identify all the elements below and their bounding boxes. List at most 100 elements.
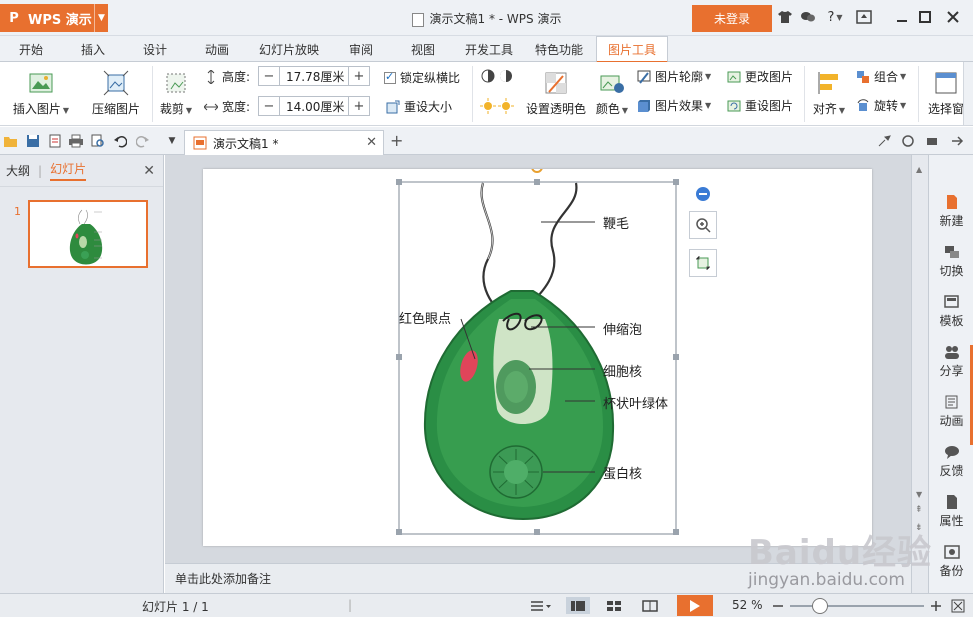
ribbon-scroll-right[interactable] <box>963 62 973 125</box>
tool-icon[interactable] <box>876 133 892 149</box>
tab-review[interactable]: 审阅 <box>338 36 384 62</box>
panel-feedback[interactable]: 反馈 <box>929 445 973 479</box>
tab-special-features[interactable]: 特色功能 <box>528 36 590 62</box>
skin-icon[interactable] <box>776 8 794 26</box>
zoom-slider-thumb[interactable] <box>812 598 828 614</box>
insert-picture-button[interactable]: 插入图片 ▼ <box>6 70 76 117</box>
cloud-icon[interactable] <box>924 133 940 149</box>
panel-share[interactable]: 分享 <box>929 345 973 379</box>
recolor-icon <box>600 75 624 93</box>
notes-toggle-icon[interactable] <box>528 597 554 614</box>
compress-picture-button[interactable]: 压缩图片 <box>88 70 144 117</box>
reading-view-icon[interactable] <box>640 597 660 614</box>
height-input[interactable]: 17.78厘米 <box>279 67 349 85</box>
rotate-icon <box>857 98 869 111</box>
height-decrement-button[interactable]: − <box>259 67 279 85</box>
group-button[interactable]: 组合 ▼ <box>856 68 906 85</box>
customize-toolbar-dropdown-icon[interactable]: ▼ <box>164 133 180 149</box>
change-picture-button[interactable]: 更改图片 <box>727 68 793 85</box>
document-tab[interactable]: 演示文稿1 * ✕ <box>184 130 384 155</box>
panel-new[interactable]: 新建 <box>929 195 973 229</box>
tab-slides[interactable]: 幻灯片 <box>50 160 87 181</box>
zoom-out-icon[interactable] <box>768 597 788 614</box>
zoom-picture-icon[interactable] <box>689 211 717 239</box>
slide-thumbnail-number: 1 <box>14 205 21 218</box>
save-icon[interactable] <box>25 133 41 149</box>
close-document-tab-icon[interactable]: ✕ <box>366 135 377 150</box>
crop-picture-icon[interactable] <box>689 249 717 277</box>
color-button[interactable]: 颜色 ▼ <box>594 70 630 117</box>
fit-to-window-icon[interactable] <box>948 597 968 614</box>
print-icon[interactable] <box>68 133 84 149</box>
open-icon[interactable] <box>3 133 19 149</box>
tab-slideshow[interactable]: 幻灯片放映 <box>250 36 328 62</box>
status-divider: | <box>348 598 353 612</box>
sync-icon[interactable] <box>900 133 916 149</box>
lock-aspect-ratio-checkbox[interactable]: 锁定纵横比 <box>384 69 460 86</box>
close-panel-icon[interactable]: ✕ <box>143 163 155 179</box>
brightness-group[interactable] <box>480 98 514 114</box>
reset-picture-button[interactable]: 重设图片 <box>727 97 793 114</box>
picture-effect-button[interactable]: 图片效果 ▼ <box>637 97 711 114</box>
redo-icon[interactable] <box>135 133 151 149</box>
set-transparent-color-button[interactable]: 设置透明色 <box>524 70 588 117</box>
slide-sorter-view-icon[interactable] <box>604 597 624 614</box>
width-spinner[interactable]: − 14.00厘米 + <box>258 96 370 116</box>
help-icon[interactable]: ? ▼ <box>822 8 848 26</box>
chat-icon[interactable] <box>799 8 817 26</box>
print-preview-icon[interactable] <box>90 133 106 149</box>
next-slide-icon[interactable]: ⇟ <box>915 523 923 533</box>
width-increment-button[interactable]: + <box>349 97 369 115</box>
panel-properties[interactable]: 属性 <box>929 495 973 529</box>
picture-outline-button[interactable]: 图片轮廓 ▼ <box>637 68 711 85</box>
tab-picture-tools[interactable]: 图片工具 <box>596 36 668 63</box>
width-decrement-button[interactable]: − <box>259 97 279 115</box>
tab-home[interactable]: 开始 <box>8 36 54 62</box>
brightness-icon <box>480 98 514 114</box>
zoom-in-icon[interactable] <box>926 597 946 614</box>
label-flagellum: 鞭毛 <box>603 217 630 232</box>
zoom-slider[interactable] <box>790 605 924 607</box>
panel-backup[interactable]: 备份 <box>929 545 973 579</box>
scroll-down-icon[interactable]: ▼ <box>916 490 922 499</box>
panel-animation[interactable]: 动画 <box>929 395 973 429</box>
crop-button[interactable]: 裁剪 ▼ <box>156 70 196 117</box>
previous-slide-icon[interactable]: ⇞ <box>915 505 923 515</box>
rotate-button[interactable]: 旋转 ▼ <box>856 97 906 114</box>
tab-developer[interactable]: 开发工具 <box>458 36 520 62</box>
vertical-scrollbar[interactable]: ▲ ▼ ⇞ ⇟ <box>911 155 928 593</box>
restore-ribbon-icon[interactable] <box>855 8 873 26</box>
height-spinner[interactable]: − 17.78厘米 + <box>258 66 370 86</box>
height-increment-button[interactable]: + <box>349 67 369 85</box>
undo-icon[interactable] <box>112 133 128 149</box>
backup-icon <box>943 545 960 559</box>
width-input[interactable]: 14.00厘米 <box>279 97 349 115</box>
tab-design[interactable]: 设计 <box>132 36 178 62</box>
maximize-icon[interactable] <box>916 8 934 26</box>
scroll-up-icon[interactable]: ▲ <box>916 165 922 174</box>
collapse-float-icon[interactable] <box>696 187 710 201</box>
play-slideshow-button[interactable] <box>677 595 713 616</box>
panel-template[interactable]: 模板 <box>929 295 973 329</box>
label-contractile-vacuole: 伸缩泡 <box>603 323 643 338</box>
align-button[interactable]: 对齐 ▼ <box>810 70 848 117</box>
export-pdf-icon[interactable] <box>47 133 63 149</box>
tab-outline[interactable]: 大纲 <box>6 162 30 179</box>
minimize-icon[interactable] <box>893 8 911 26</box>
slide-canvas[interactable]: 鞭毛 红色眼点 伸缩泡 细胞核 杯状叶绿体 蛋白核 <box>203 169 872 546</box>
notes-pane[interactable]: 单击此处添加备注 <box>165 563 911 593</box>
panel-switch[interactable]: 切换 <box>929 245 973 279</box>
slide-thumbnail[interactable] <box>28 200 148 268</box>
close-icon[interactable] <box>944 8 962 26</box>
brightness-contrast-group[interactable] <box>480 68 514 84</box>
reset-size-button[interactable]: 重设大小 <box>386 98 452 115</box>
tab-insert[interactable]: 插入 <box>70 36 116 62</box>
normal-view-icon[interactable] <box>566 597 590 614</box>
tab-view[interactable]: 视图 <box>400 36 446 62</box>
more-icon[interactable] <box>949 133 965 149</box>
new-tab-icon[interactable]: + <box>390 131 403 150</box>
animation-icon <box>945 395 957 409</box>
login-button[interactable]: 未登录 <box>692 5 772 32</box>
tab-animation[interactable]: 动画 <box>194 36 240 62</box>
contrast-icon <box>481 69 512 83</box>
